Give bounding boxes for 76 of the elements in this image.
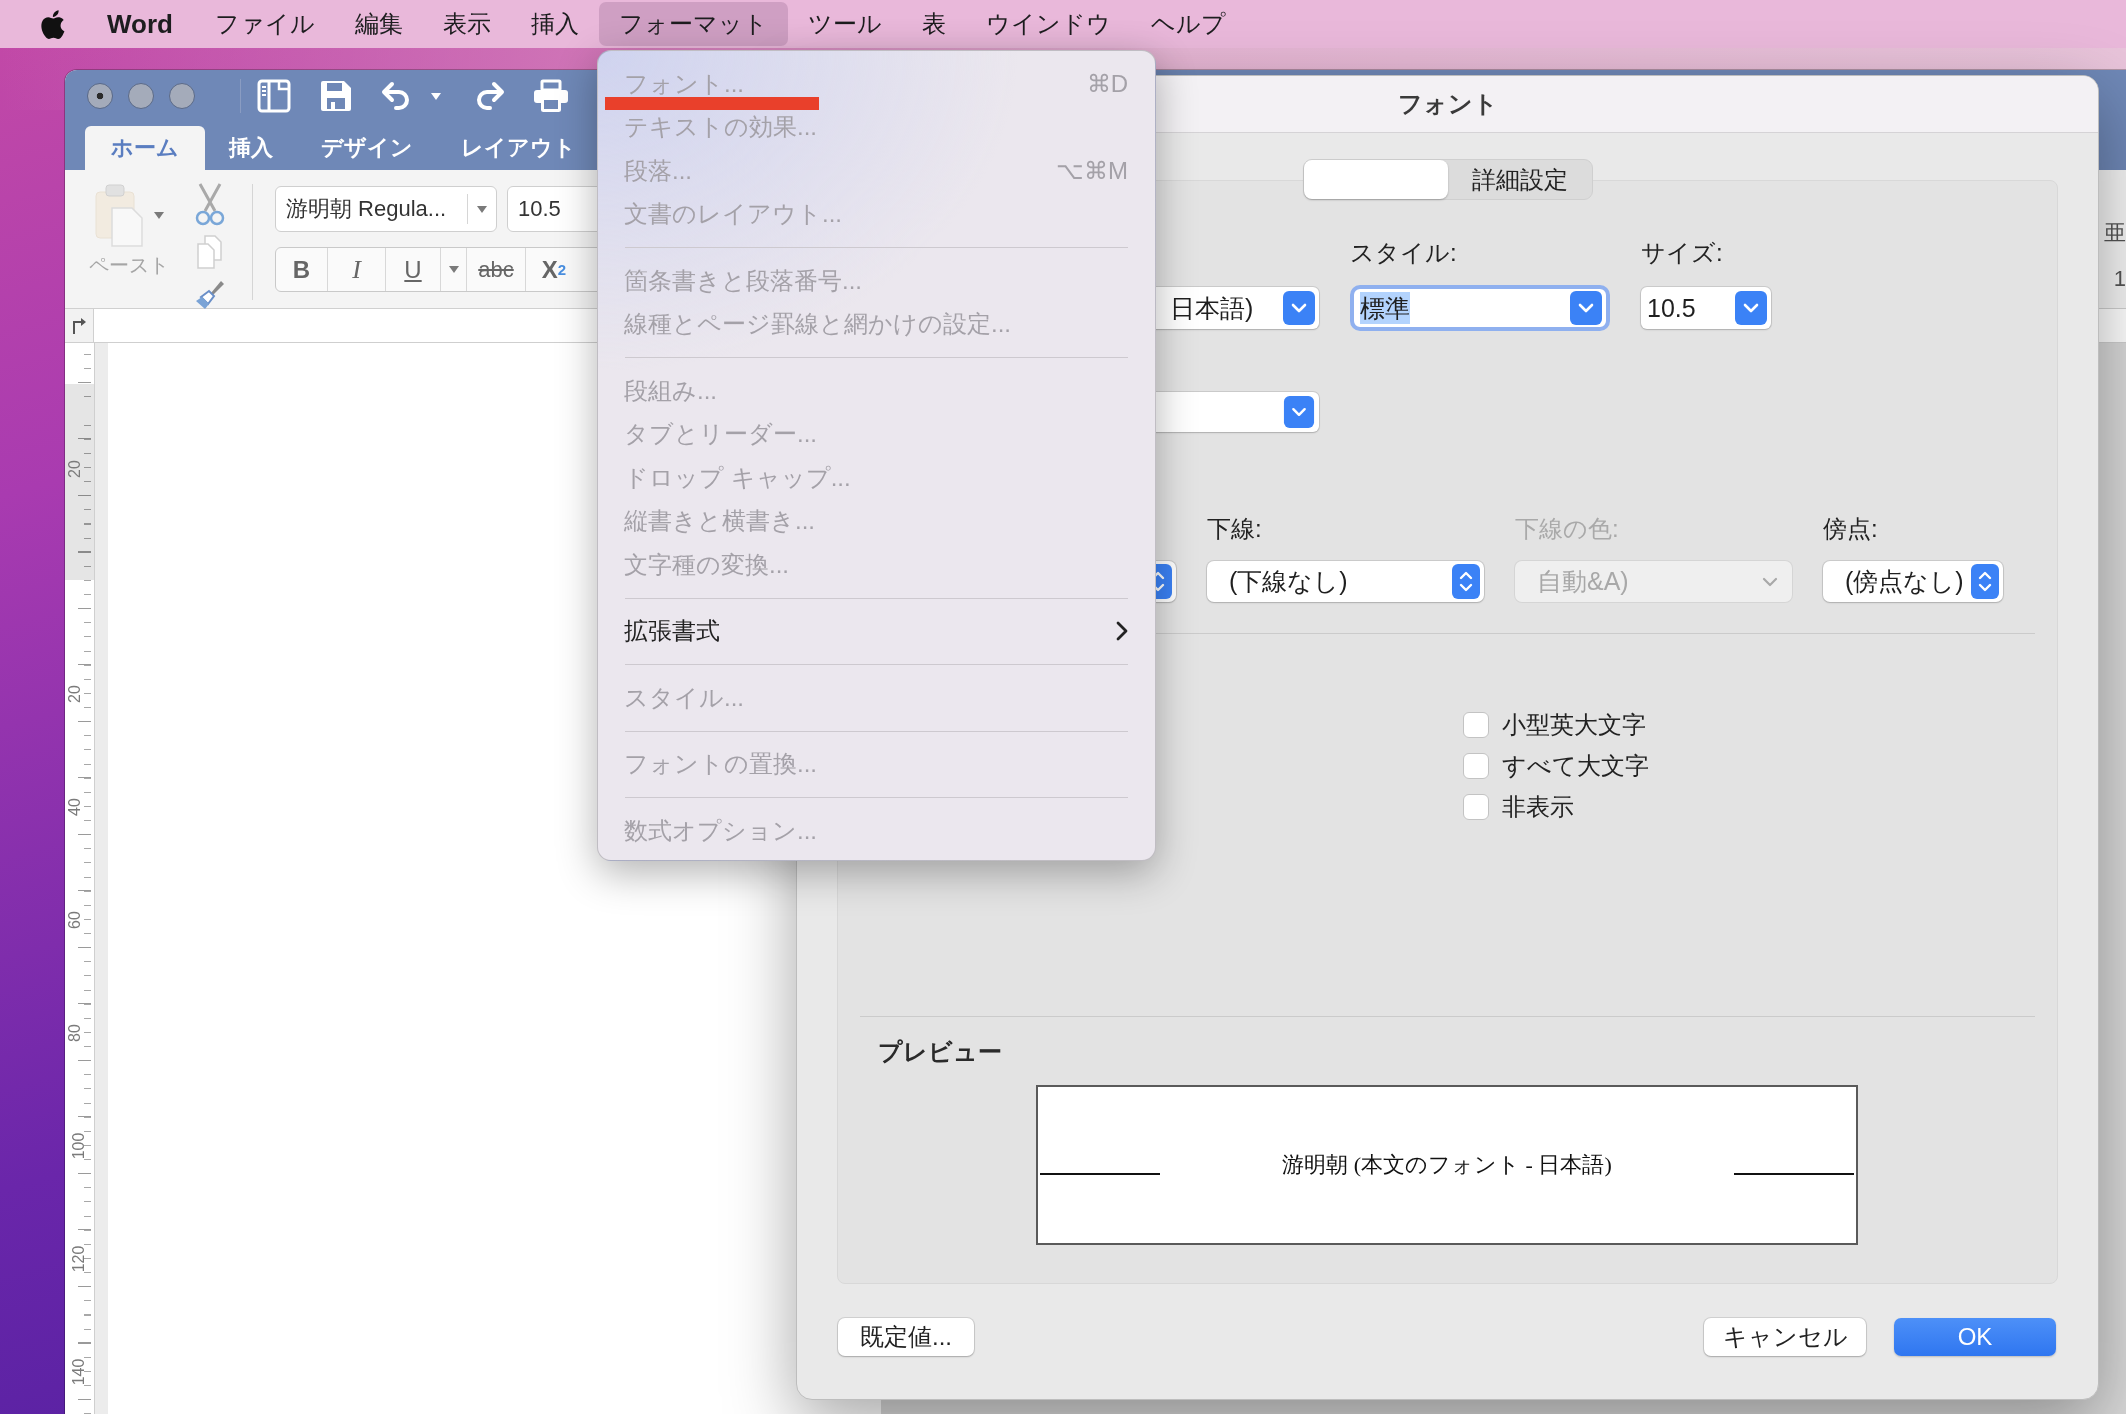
dialog-title: フォント xyxy=(1397,89,1498,119)
chevron-down-icon[interactable] xyxy=(1283,396,1315,428)
chevron-down-icon[interactable] xyxy=(1570,291,1602,325)
dialog-button[interactable]: 既定値... xyxy=(838,1318,974,1356)
preview-text: 游明朝 (本文のフォント - 日本語) xyxy=(1282,1151,1612,1179)
ruler-number: 40 xyxy=(65,797,84,816)
corner-arrow-icon[interactable] xyxy=(72,317,86,334)
ruler-number: 60 xyxy=(65,910,84,929)
checkbox-label: すべて大文字 xyxy=(1502,750,1649,781)
segment-tab[interactable]: 詳細設定 xyxy=(1447,160,1592,199)
printer-icon[interactable] xyxy=(533,79,569,113)
underline-popup[interactable]: (下線なし) xyxy=(1207,561,1484,602)
size-combo-box[interactable]: 10.5 xyxy=(1641,287,1771,329)
menu-bar-item[interactable]: ヘルプ xyxy=(1130,2,1246,46)
menu-bar-item[interactable]: 表示 xyxy=(422,2,511,46)
menu-bar-item[interactable]: 表 xyxy=(901,2,966,46)
field-label: サイズ: xyxy=(1641,238,1724,268)
keyboard-shortcut: ⌘D xyxy=(1086,69,1128,98)
up-down-chevrons-icon[interactable] xyxy=(1971,564,1999,599)
strikethrough-button[interactable]: abc xyxy=(467,248,526,291)
ruler-number: 80 xyxy=(65,1023,84,1042)
menu-bar-item[interactable]: 挿入 xyxy=(510,2,599,46)
ribbon-tab[interactable]: 挿入 xyxy=(205,126,297,170)
menu-bar-item[interactable]: 編集 xyxy=(334,2,423,46)
checkbox[interactable] xyxy=(1463,752,1489,779)
bold-button[interactable]: B xyxy=(276,248,328,291)
ruler-number: 20 xyxy=(65,459,84,478)
menu-bar-item[interactable]: ファイル xyxy=(194,2,335,46)
chevron-down-icon xyxy=(1762,576,1778,587)
ribbon-tab[interactable]: レイアウト xyxy=(437,126,600,170)
document-panel-icon[interactable] xyxy=(257,79,291,113)
scissors-icon[interactable] xyxy=(195,182,225,226)
ribbon-tab[interactable]: デザイン xyxy=(297,126,437,170)
chevron-right-icon xyxy=(1116,621,1128,642)
section-heading: プレビュー xyxy=(878,1037,1002,1067)
ruler-number: 100 xyxy=(70,1132,89,1159)
dialog-button[interactable]: キャンセル xyxy=(1704,1318,1866,1356)
ribbon-text: 亜 xyxy=(2104,220,2126,246)
up-down-chevrons-icon[interactable] xyxy=(1452,564,1480,599)
checkbox-label: 小型英大文字 xyxy=(1502,709,1646,740)
underline-button[interactable]: U xyxy=(386,248,441,291)
caret-icon xyxy=(448,266,459,273)
paintbrush-icon[interactable] xyxy=(194,278,226,310)
zoom-button[interactable] xyxy=(169,83,195,109)
menu-bar-item[interactable]: ツール xyxy=(787,2,902,46)
minimize-button[interactable] xyxy=(128,83,154,109)
ribbon-tab[interactable]: ホーム xyxy=(85,126,205,170)
ruler-number: 140 xyxy=(70,1358,89,1385)
app-menu[interactable]: Word xyxy=(107,8,173,40)
font-name-box[interactable]: 游明朝 Regula... xyxy=(275,186,497,232)
clipboard-icon xyxy=(94,182,144,248)
chevron-down-icon[interactable] xyxy=(1735,291,1767,325)
checkbox[interactable] xyxy=(1463,711,1489,738)
ruler-number: 120 xyxy=(70,1245,89,1272)
field-label: スタイル: xyxy=(1350,238,1458,268)
selected-text: 標準 xyxy=(1360,291,1410,324)
emphasis-popup[interactable]: (傍点なし) xyxy=(1823,561,2003,602)
field-label: 下線: xyxy=(1207,514,1263,544)
keyboard-shortcut: ⌥⌘M xyxy=(1056,156,1128,185)
field-label: 傍点: xyxy=(1823,514,1879,544)
menu-bar-item[interactable]: フォーマット xyxy=(598,2,788,46)
caret-icon[interactable] xyxy=(477,205,487,213)
chevron-down-icon[interactable] xyxy=(1283,291,1315,325)
checkbox-label: 非表示 xyxy=(1502,791,1574,822)
dialog-button[interactable]: OK xyxy=(1894,1318,2056,1356)
style-combo-box[interactable]: 標準 xyxy=(1350,285,1610,331)
menu-item[interactable]: 拡張書式 xyxy=(598,609,1155,653)
close-button[interactable] xyxy=(87,83,113,109)
ribbon-text: 1 xyxy=(2113,266,2126,292)
checkbox[interactable] xyxy=(1463,793,1489,820)
caret-icon[interactable] xyxy=(431,92,441,100)
menu-bar-item[interactable]: ウインドウ xyxy=(965,2,1131,46)
field-label: 下線の色: xyxy=(1515,514,1620,544)
italic-button[interactable]: I xyxy=(328,248,386,291)
apple-icon[interactable] xyxy=(38,7,66,41)
ruler-number: 20 xyxy=(65,684,84,703)
